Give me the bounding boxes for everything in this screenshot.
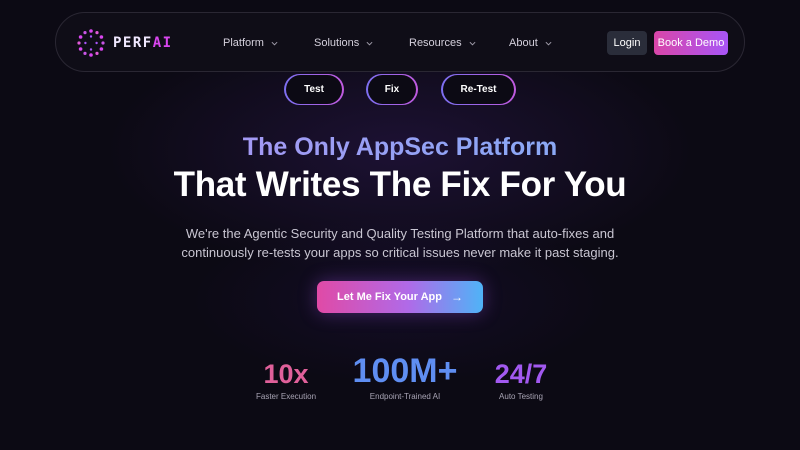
stat-label: Faster Execution [255, 392, 317, 401]
nav-item-label: Resources [409, 37, 462, 49]
nav-item-platform[interactable]: Platform [223, 37, 278, 49]
logo-text-suffix: AI [152, 35, 173, 51]
stat-auto-testing: 24/7 Auto Testing [471, 359, 571, 401]
logo-text: PERFAI [113, 35, 173, 51]
chevron-down-icon [545, 41, 552, 46]
chevron-down-icon [469, 41, 476, 46]
stat-value: 100M+ [352, 352, 458, 390]
nav-item-about[interactable]: About [509, 37, 552, 49]
brand-logo[interactable]: PERFAI [76, 28, 173, 58]
stat-value: 10x [263, 359, 309, 389]
pill-fix[interactable]: Fix [368, 75, 416, 104]
book-demo-button[interactable]: Book a Demo [654, 31, 728, 55]
cta-label: Let Me Fix Your App [337, 291, 442, 303]
stat-faster-execution: 10x Faster Execution [236, 359, 336, 401]
nav-item-solutions[interactable]: Solutions [314, 37, 373, 49]
fix-my-app-button[interactable]: Let Me Fix Your App → [317, 281, 483, 313]
nav-item-label: Platform [223, 37, 264, 49]
stat-label: Endpoint-Trained AI [369, 392, 441, 401]
logo-text-prefix: PERF [113, 35, 153, 51]
hero-subtext-line: continuously re-tests your apps so criti… [181, 245, 619, 260]
stat-label: Auto Testing [499, 392, 543, 401]
top-navbar: PERFAI Platform Solutions Resources Abou… [55, 12, 745, 72]
pill-retest[interactable]: Re-Test [443, 75, 514, 104]
arrow-right-icon: → [450, 290, 463, 304]
stat-endpoint-trained: 100M+ Endpoint-Trained AI [340, 353, 470, 401]
logo-mark-icon [77, 29, 105, 57]
hero-subtext: We're the Agentic Security and Quality T… [0, 224, 800, 262]
chevron-down-icon [366, 41, 373, 46]
stat-value: 24/7 [494, 359, 548, 389]
chevron-down-icon [271, 41, 278, 46]
nav-item-resources[interactable]: Resources [409, 37, 476, 49]
nav-item-label: About [509, 37, 538, 49]
nav-item-label: Solutions [314, 37, 360, 49]
hero-subtext-line: We're the Agentic Security and Quality T… [185, 226, 615, 241]
hero-headline-primary: The Only AppSec Platform [0, 133, 800, 162]
login-button[interactable]: Login [607, 31, 647, 55]
pill-test[interactable]: Test [286, 75, 342, 104]
hero-headline-secondary: That Writes The Fix For You [173, 165, 627, 204]
